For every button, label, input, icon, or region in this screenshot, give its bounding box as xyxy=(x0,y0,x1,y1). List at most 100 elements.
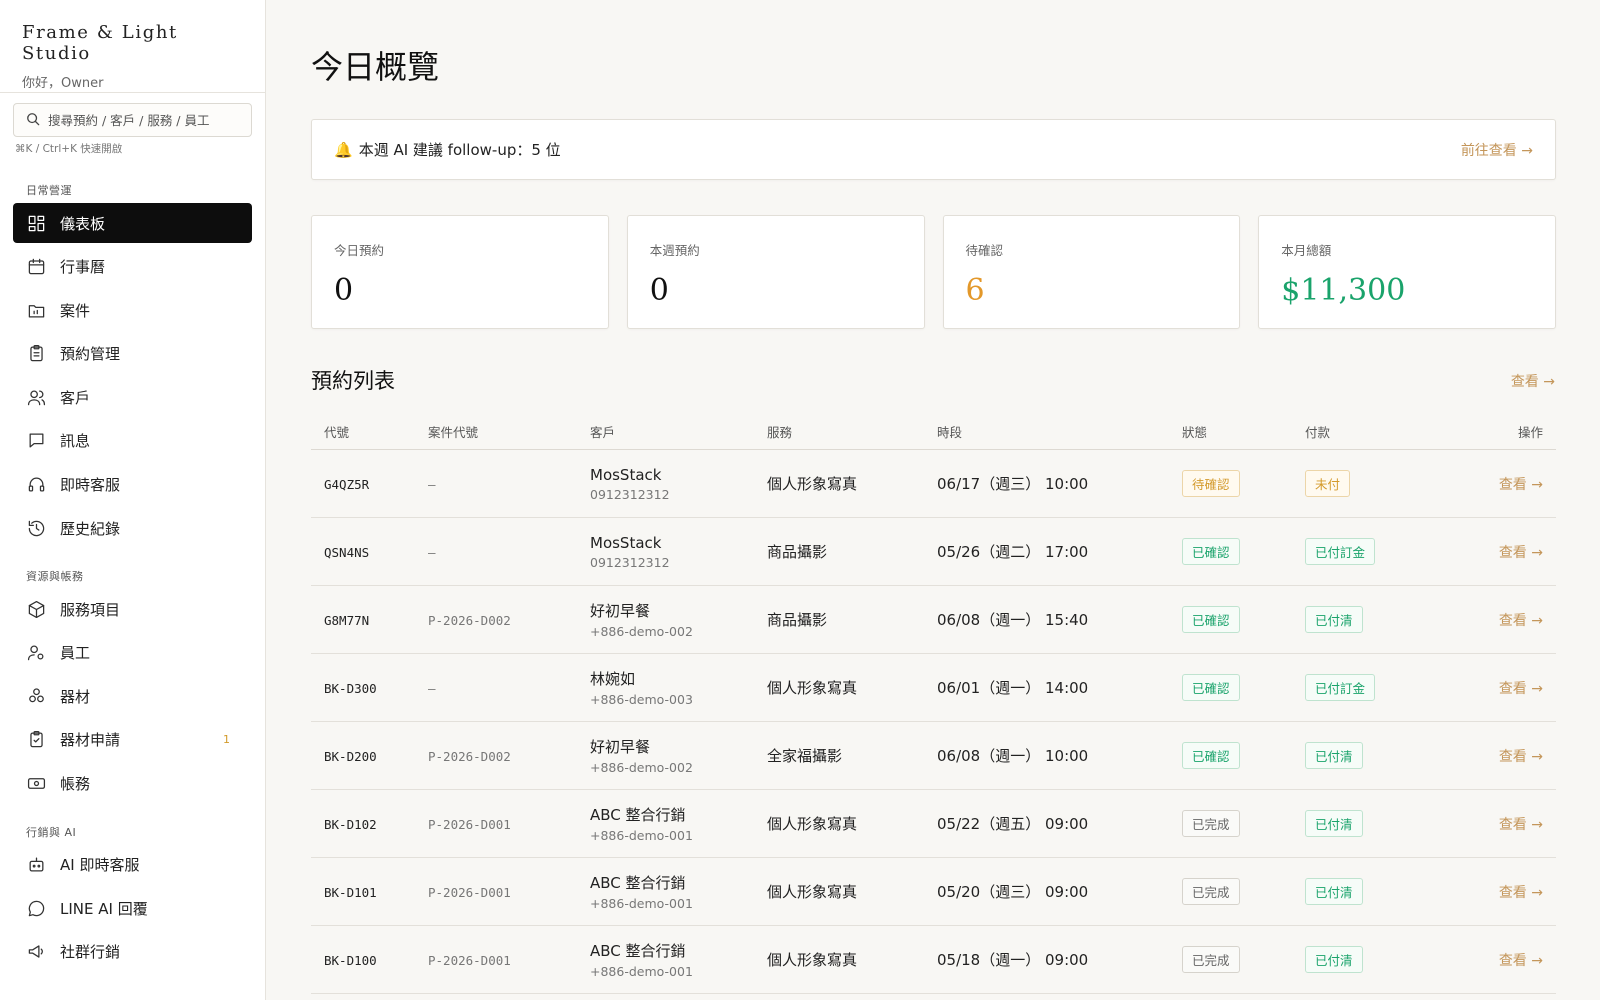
sidebar-item-label: 社群行銷 xyxy=(60,943,121,962)
case-code: P-2026-D001 xyxy=(428,817,511,832)
booking-code: BK-D200 xyxy=(324,749,377,764)
sidebar-item-label: 訊息 xyxy=(60,432,91,451)
case-code: — xyxy=(428,477,436,492)
sidebar-item-megaphone[interactable]: 社群行銷 xyxy=(13,932,252,972)
brand-name: Frame & Light Studio xyxy=(22,22,178,64)
service-name: 商品攝影 xyxy=(767,543,828,561)
column-header[interactable]: 狀態 xyxy=(1182,422,1305,441)
sidebar-nav: 日常營運 儀表板 行事曆 案件 預約管理 客戶 訊息 即時客服 歷史紀錄 資源與帳務 服務項目 員工器… xyxy=(0,182,265,972)
search-icon xyxy=(26,111,40,130)
client-name: MosStack xyxy=(590,533,662,552)
view-link[interactable]: 查看 → xyxy=(1499,681,1543,697)
status-badge: 已確認 xyxy=(1182,742,1240,769)
stat-value: 0 xyxy=(334,273,354,308)
sidebar-item-bot[interactable]: AI 即時客服 xyxy=(13,845,252,885)
stat-card: 本月總額 $11,300 xyxy=(1258,215,1556,329)
stat-label: 今日預約 xyxy=(334,243,385,258)
view-link[interactable]: 查看 → xyxy=(1499,953,1543,969)
sidebar-item-calendar[interactable]: 行事曆 xyxy=(13,247,252,287)
sidebar-item-box[interactable]: 服務項目 xyxy=(13,589,252,629)
client-phone: +886-demo-001 xyxy=(590,964,693,979)
table-row[interactable]: G8M77N P-2026-D002 好初早餐 +886-demo-002 商品攝影 06… xyxy=(311,586,1556,654)
service-name: 全家福攝影 xyxy=(767,747,843,765)
client-name: ABC 整合行銷 xyxy=(590,942,686,960)
column-header[interactable]: 服務 xyxy=(767,422,937,441)
main-content: 今日概覽 🔔 本週 AI 建議 follow-up：5 位 前往查看 → 今日預… xyxy=(266,0,1600,1000)
time-slot: 05/20（週三） 09:00 xyxy=(937,883,1089,901)
search-input[interactable] xyxy=(48,112,233,128)
view-link[interactable]: 查看 → xyxy=(1499,477,1543,493)
sidebar-item-chat-bubble[interactable]: LINE AI 回覆 xyxy=(13,888,252,928)
users-icon xyxy=(26,387,46,407)
table-row[interactable]: BK-D101 P-2026-D001 ABC 整合行銷 +886-demo-001 個… xyxy=(311,858,1556,926)
sidebar-item-label: AI 即時客服 xyxy=(60,856,140,875)
booking-code: QSN4NS xyxy=(324,545,370,560)
table-header: 代號 案件代號 客戶 服務 時段 狀態 付款 操作 xyxy=(311,414,1556,450)
column-header[interactable]: 付款 xyxy=(1305,422,1455,441)
bookings-view-link[interactable]: 查看 → xyxy=(1511,371,1555,391)
client-phone: +886-demo-001 xyxy=(590,896,693,911)
box-icon xyxy=(26,599,46,619)
view-link[interactable]: 查看 → xyxy=(1499,885,1543,901)
sidebar-item-message[interactable]: 訊息 xyxy=(13,421,252,461)
table-row[interactable]: BK-D200 P-2026-D002 好初早餐 +886-demo-002 全家福攝影… xyxy=(311,722,1556,790)
sidebar-item-clipboard[interactable]: 預約管理 xyxy=(13,334,252,374)
status-badge: 已確認 xyxy=(1182,606,1240,633)
view-link[interactable]: 查看 → xyxy=(1499,817,1543,833)
table-row[interactable]: G4QZ5R — MosStack 0912312312 個人形象寫真 06/17（週三）… xyxy=(311,450,1556,518)
payment-badge: 已付訂金 xyxy=(1305,538,1376,565)
banner-text: 本週 AI 建議 follow-up：5 位 xyxy=(358,141,561,159)
table-row[interactable]: BK-D100 P-2026-D001 ABC 整合行銷 +886-demo-001 個… xyxy=(311,926,1556,994)
sidebar-item-clipboard-check[interactable]: 器材申請 1 xyxy=(13,720,252,760)
search-box[interactable] xyxy=(13,103,252,137)
sidebar-item-label: 即時客服 xyxy=(60,476,121,495)
table-row[interactable]: BK-D102 P-2026-D001 ABC 整合行銷 +886-demo-001 個… xyxy=(311,790,1556,858)
status-badge: 已完成 xyxy=(1182,878,1240,905)
sidebar-item-staff[interactable]: 員工 xyxy=(13,633,252,673)
money-icon xyxy=(26,774,46,794)
column-header[interactable]: 時段 xyxy=(937,422,1182,441)
service-name: 個人形象寫真 xyxy=(767,883,858,901)
sidebar-item-users[interactable]: 客戶 xyxy=(13,377,252,417)
client-phone: +886-demo-002 xyxy=(590,760,693,775)
payment-badge: 已付清 xyxy=(1305,946,1363,973)
sidebar-item-headset[interactable]: 即時客服 xyxy=(13,465,252,505)
column-header[interactable]: 案件代號 xyxy=(428,422,590,441)
sidebar-item-history[interactable]: 歷史紀錄 xyxy=(13,508,252,548)
megaphone-icon xyxy=(26,942,46,962)
sidebar-item-equipment[interactable]: 器材 xyxy=(13,676,252,716)
sidebar-item-label: 帳務 xyxy=(60,775,91,794)
client-phone: +886-demo-002 xyxy=(590,624,693,639)
booking-code: BK-D100 xyxy=(324,953,377,968)
time-slot: 06/17（週三） 10:00 xyxy=(937,475,1089,493)
table-row[interactable]: BK-D300 — 林婉如 +886-demo-003 個人形象寫真 06/01（週一） … xyxy=(311,654,1556,722)
service-name: 個人形象寫真 xyxy=(767,951,858,969)
history-icon xyxy=(26,518,46,538)
table-row[interactable]: QSN4NS — MosStack 0912312312 商品攝影 05/26（週二） 1… xyxy=(311,518,1556,586)
payment-badge: 已付清 xyxy=(1305,810,1363,837)
payment-badge: 已付清 xyxy=(1305,878,1363,905)
bookings-table: 代號 案件代號 客戶 服務 時段 狀態 付款 操作 G4QZ5R — MosStack 091231… xyxy=(311,414,1556,994)
sidebar-item-folder[interactable]: 案件 xyxy=(13,290,252,330)
column-header[interactable]: 代號 xyxy=(311,422,428,441)
view-link[interactable]: 查看 → xyxy=(1499,545,1543,561)
brand-header: Frame & Light Studio 你好，Owner xyxy=(0,0,265,93)
sidebar-item-label: 器材申請 xyxy=(60,731,121,750)
client-name: ABC 整合行銷 xyxy=(590,806,686,824)
sidebar-item-label: LINE AI 回覆 xyxy=(60,899,148,918)
column-header[interactable]: 客戶 xyxy=(590,422,767,441)
sidebar-item-label: 員工 xyxy=(60,644,91,663)
banner-view-link[interactable]: 前往查看 → xyxy=(1461,140,1533,160)
service-name: 個人形象寫真 xyxy=(767,815,858,833)
column-header[interactable]: 操作 xyxy=(1455,422,1556,441)
payment-badge: 已付清 xyxy=(1305,742,1363,769)
ai-followup-banner: 🔔 本週 AI 建議 follow-up：5 位 前往查看 → xyxy=(311,119,1556,180)
clipboard-icon xyxy=(26,344,46,364)
client-phone: 0912312312 xyxy=(590,554,670,570)
view-link[interactable]: 查看 → xyxy=(1499,749,1543,765)
view-link[interactable]: 查看 → xyxy=(1499,613,1543,629)
sidebar-item-dashboard[interactable]: 儀表板 xyxy=(13,203,252,243)
sidebar-item-money[interactable]: 帳務 xyxy=(13,764,252,804)
sidebar-item-label: 預約管理 xyxy=(60,345,121,364)
time-slot: 05/18（週一） 09:00 xyxy=(937,951,1089,969)
